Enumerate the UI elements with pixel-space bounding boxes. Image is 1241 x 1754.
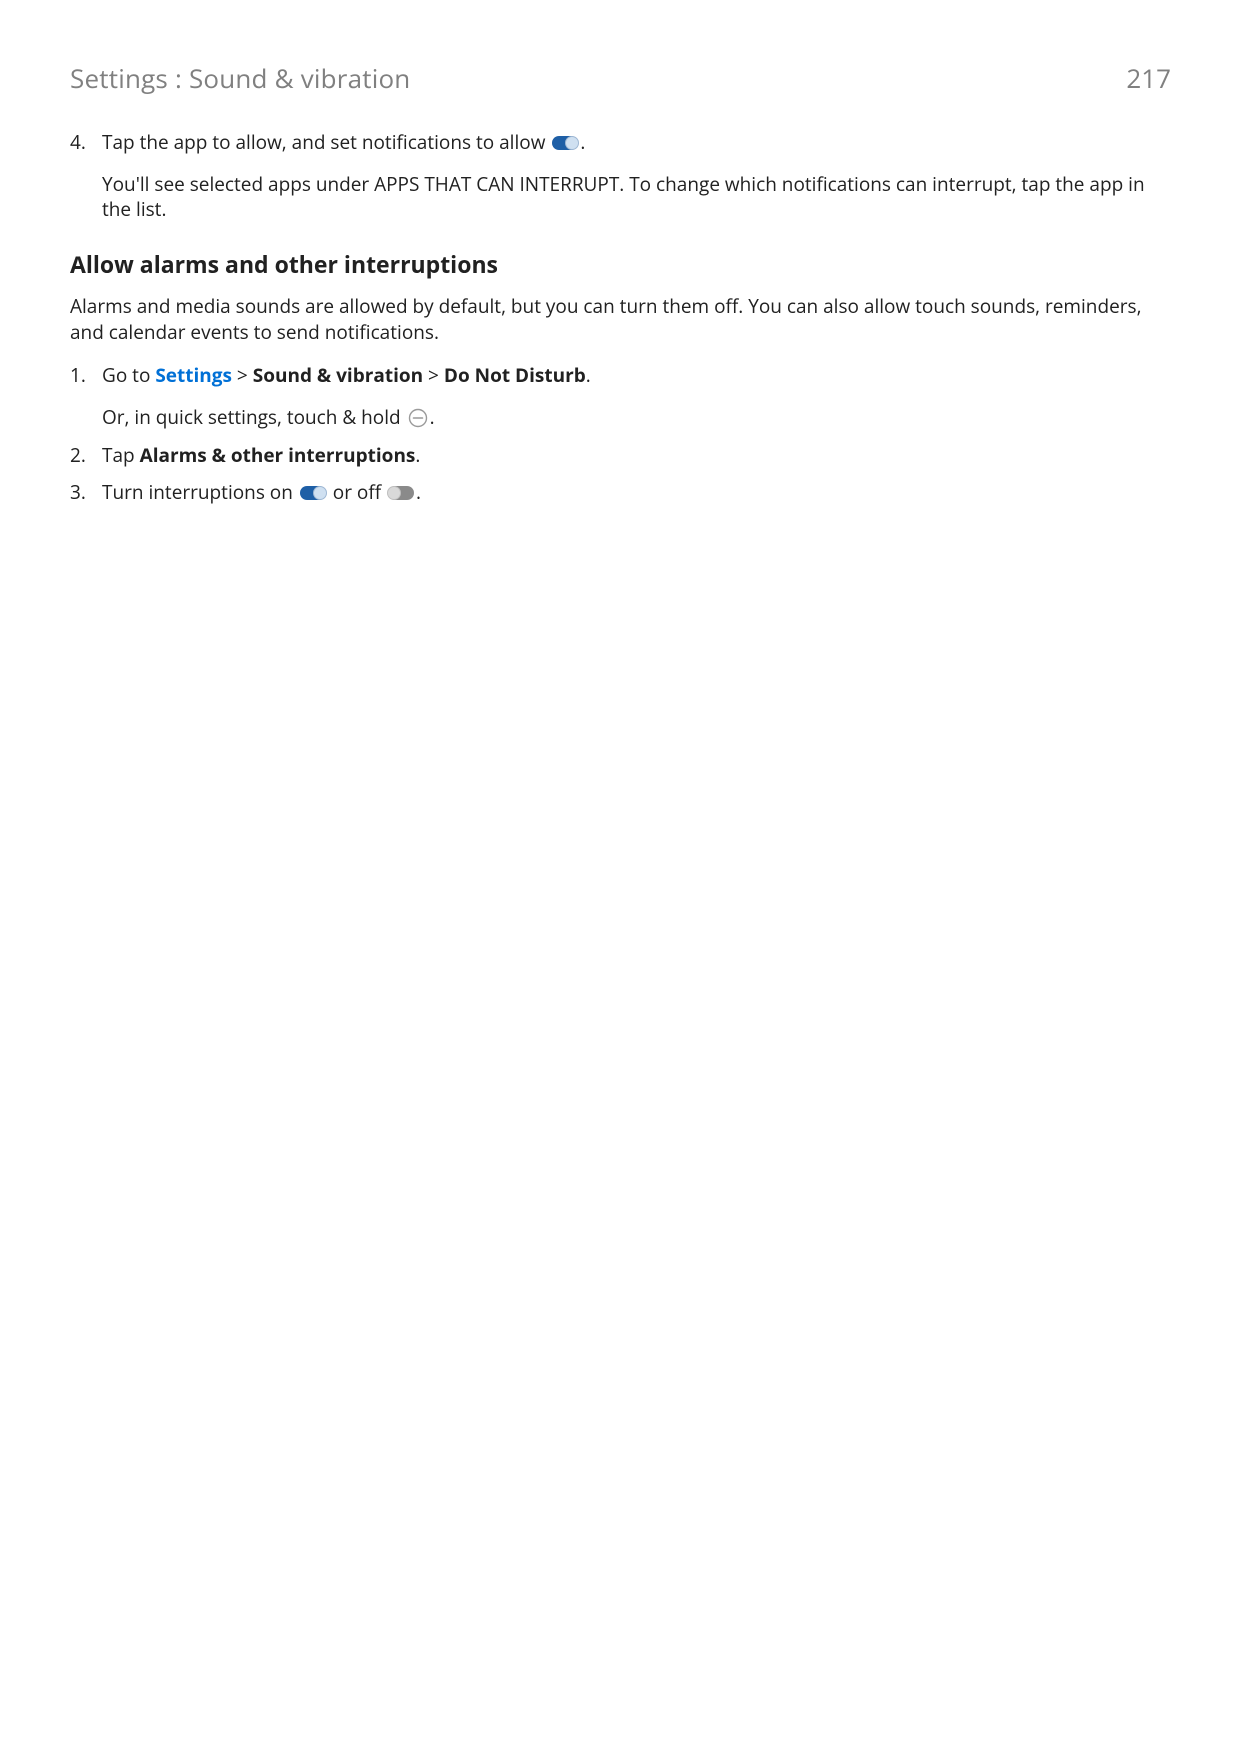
sep: > <box>232 362 253 388</box>
steps-continued: 4. Tap the app to allow, and set notific… <box>70 130 1171 223</box>
step-2: 2. Tap Alarms & other interruptions. <box>70 443 1171 469</box>
dot: . <box>586 362 591 388</box>
step-text-end: . <box>580 129 585 155</box>
step-subtext: You'll see selected apps under APPS THAT… <box>102 172 1171 223</box>
step-text: Turn interruptions on <box>102 479 298 505</box>
dot: . <box>416 479 421 505</box>
step-3: 3. Turn interruptions on or off . <box>70 480 1171 506</box>
toggle-off-icon <box>388 486 414 500</box>
step-4: 4. Tap the app to allow, and set notific… <box>70 130 1171 223</box>
page-header: Settings : Sound & vibration 217 <box>70 60 1171 96</box>
page-number: 217 <box>1126 60 1171 96</box>
steps-allow: 1. Go to Settings > Sound & vibration > … <box>70 363 1171 506</box>
page-content: 4. Tap the app to allow, and set notific… <box>70 130 1171 506</box>
step-subtext: Or, in quick settings, touch & hold <box>102 404 406 430</box>
step-text: Go to <box>102 362 155 388</box>
path-sound-vibration: Sound & vibration <box>253 362 423 388</box>
sep: > <box>423 362 444 388</box>
step-subtext-end: . <box>430 404 435 430</box>
do-not-disturb-icon <box>408 408 428 428</box>
step-number: 1. <box>70 363 102 389</box>
section-lead: Alarms and media sounds are allowed by d… <box>70 294 1171 345</box>
toggle-on-icon <box>300 486 326 500</box>
step-number: 3. <box>70 480 102 506</box>
path-do-not-disturb: Do Not Disturb <box>444 362 586 388</box>
step-number: 2. <box>70 443 102 469</box>
settings-link[interactable]: Settings <box>155 362 232 388</box>
breadcrumb-title: Settings : Sound & vibration <box>70 60 410 96</box>
step-number: 4. <box>70 130 102 156</box>
dot: . <box>415 442 420 468</box>
toggle-on-icon <box>552 136 578 150</box>
step-1: 1. Go to Settings > Sound & vibration > … <box>70 363 1171 430</box>
alarms-interruptions-label: Alarms & other interruptions <box>140 442 416 468</box>
section-heading: Allow alarms and other interruptions <box>70 249 1171 280</box>
step-text: Tap <box>102 442 140 468</box>
step-text-mid: or off <box>328 479 386 505</box>
step-text: Tap the app to allow, and set notificati… <box>102 129 550 155</box>
